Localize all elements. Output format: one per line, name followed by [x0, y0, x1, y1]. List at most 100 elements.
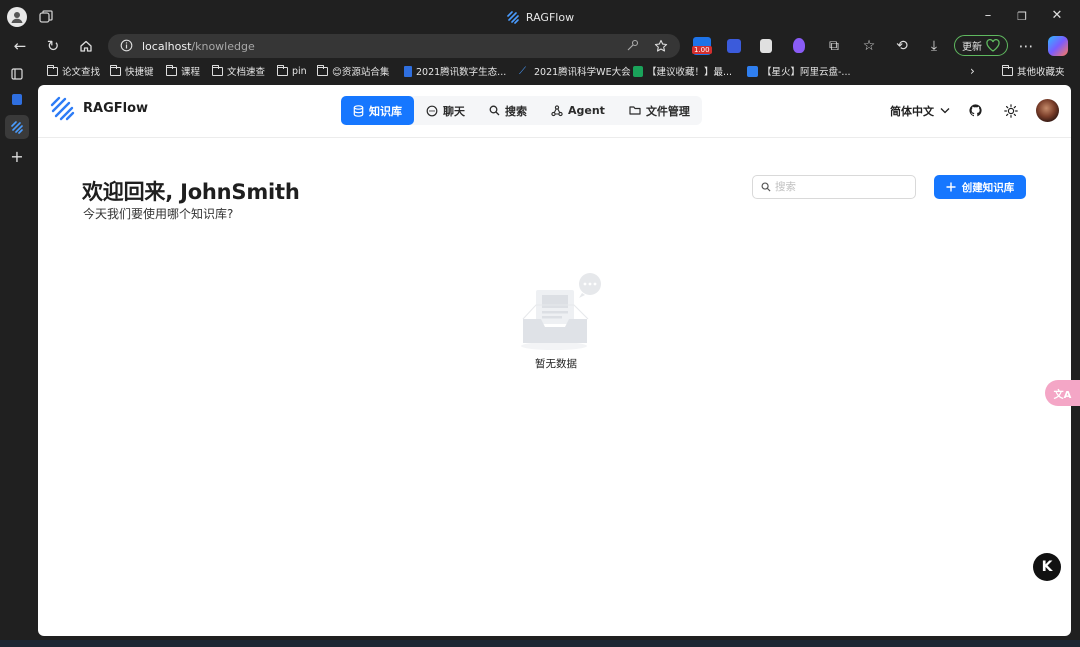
bookmark-item[interactable]: 论文查找 [47, 61, 100, 81]
bookmark-item[interactable]: pin [277, 61, 307, 81]
url-path: /knowledge [191, 39, 255, 53]
site-icon [404, 65, 412, 77]
bookmark-label: 【建议收藏！】最... [647, 67, 733, 78]
app-logo[interactable]: RAGFlow [50, 96, 148, 121]
window-title: RAGFlow [0, 10, 1080, 24]
empty-text: 暂无数据 [535, 358, 577, 370]
extension-notes-icon[interactable] [727, 39, 741, 53]
assistant-fab[interactable]: K [1033, 553, 1061, 581]
github-button[interactable] [964, 100, 986, 122]
bookmark-item[interactable]: 课程 [166, 61, 200, 81]
tab-chat[interactable]: 聊天 [414, 96, 477, 125]
extension-doc-icon[interactable] [760, 39, 772, 53]
bookmark-label: pin [292, 65, 307, 77]
bookmark-label: 😊资源站合集 [332, 67, 390, 78]
main-nav: 知识库 聊天 搜索 Agent 文件管理 [341, 96, 702, 125]
tab-files[interactable]: 文件管理 [617, 96, 702, 125]
bookmark-label: 文档速查 [227, 67, 266, 78]
restore-button[interactable]: ❐ [1012, 10, 1032, 23]
sun-icon [1004, 103, 1018, 118]
bookmark-item[interactable]: 【建议收藏！】最... [633, 61, 732, 81]
bookmark-label: 课程 [181, 67, 201, 78]
theme-toggle-button[interactable] [1000, 100, 1022, 122]
update-button[interactable]: 更新 [954, 35, 1008, 56]
extensions-puzzle-icon[interactable]: ⧉ [824, 36, 844, 56]
key-icon[interactable] [626, 39, 639, 52]
vertical-tab-strip: + [0, 58, 34, 647]
site-info-icon[interactable] [120, 39, 133, 52]
downloads-icon[interactable]: ⤓ [924, 36, 944, 56]
back-button[interactable]: ← [10, 36, 30, 56]
extension-badge: 1.00 [692, 46, 712, 54]
search-field[interactable] [752, 175, 916, 199]
tab-label: Agent [568, 104, 605, 117]
language-label: 简体中文 [890, 104, 934, 118]
tab-knowledge[interactable]: 知识库 [341, 96, 414, 125]
bookmarks-bar: 论文查找 快捷键 课程 文档速查 pin 😊资源站合集 2021腾讯数字生态..… [40, 61, 1080, 81]
favorite-star-icon[interactable] [654, 39, 668, 53]
search-icon [761, 182, 771, 192]
bookmark-item[interactable]: 2021腾讯数字生态... [404, 61, 506, 81]
close-window-button[interactable]: ✕ [1047, 8, 1067, 23]
avatar[interactable] [1036, 99, 1059, 122]
address-bar[interactable]: localhost/knowledge [108, 34, 680, 58]
chevron-down-icon [940, 108, 950, 114]
app-header: RAGFlow 知识库 聊天 搜索 Agent 文件管理 简体中文 [38, 85, 1071, 138]
bookmark-item[interactable]: ⟋ 2021腾讯科学WE大会 [519, 61, 631, 81]
update-label: 更新 [962, 42, 982, 53]
chat-icon [426, 105, 438, 116]
home-icon [80, 40, 92, 52]
k-logo-icon: K [1041, 559, 1053, 575]
bookmark-label: 【星火】阿里云盘-... [762, 67, 851, 78]
site-icon [633, 65, 643, 77]
search-icon [489, 105, 500, 116]
tab-actions-icon[interactable] [8, 65, 26, 83]
search-input[interactable] [775, 181, 905, 193]
language-select[interactable]: 简体中文 [890, 103, 950, 119]
bookmarks-overflow-icon[interactable]: › [970, 61, 975, 81]
github-icon [968, 104, 982, 117]
more-menu-icon[interactable]: ⋯ [1016, 36, 1036, 56]
create-label: 创建知识库 [961, 181, 1015, 194]
copilot-icon[interactable] [1048, 36, 1068, 56]
minimize-button[interactable]: – [978, 8, 998, 23]
ragflow-tab-icon [507, 11, 519, 24]
extension-drop-icon[interactable] [793, 38, 805, 53]
home-button[interactable] [76, 36, 96, 56]
new-tab-button[interactable]: + [8, 147, 26, 166]
plus-icon [946, 182, 956, 192]
taskbar-edge [0, 640, 1080, 647]
tab-agent[interactable]: Agent [539, 96, 617, 125]
database-icon [353, 104, 364, 117]
app-name: RAGFlow [83, 101, 149, 116]
favorites-icon[interactable]: ☆ [859, 36, 879, 56]
bookmark-item[interactable]: 文档速查 [212, 61, 265, 81]
vertical-tab-ragflow[interactable] [5, 115, 29, 139]
tab-search[interactable]: 搜索 [477, 96, 539, 125]
bookmark-item[interactable]: 快捷键 [110, 61, 154, 81]
bookmark-label: 论文查找 [62, 67, 101, 78]
refresh-button[interactable]: ↻ [43, 36, 63, 56]
folder-icon [47, 64, 58, 76]
bookmark-label: 快捷键 [125, 67, 154, 78]
url-host: localhost [142, 39, 192, 53]
empty-state: 暂无数据 [510, 273, 602, 370]
folder-icon [629, 106, 641, 115]
page-subtitle: 今天我们要使用哪个知识库? [83, 207, 234, 221]
translate-fab[interactable]: 文A [1045, 380, 1080, 406]
bookmark-label: 2021腾讯数字生态... [416, 67, 507, 78]
folder-icon [212, 64, 223, 76]
history-icon[interactable]: ⟲ [892, 36, 912, 56]
site-icon [747, 65, 758, 77]
bookmark-item[interactable]: 😊资源站合集 [317, 61, 389, 81]
ragflow-logo-icon [50, 96, 75, 121]
folder-icon [110, 64, 121, 76]
address-row: ← ↻ localhost/knowledge 1.00 ⧉ ☆ ⟲ ⤓ 更新 … [0, 34, 1080, 58]
ragflow-tab-icon [11, 121, 23, 134]
heart-icon [986, 39, 1000, 52]
other-bookmarks[interactable]: 其他收藏夹 [1002, 61, 1065, 81]
vertical-tab-docs[interactable] [8, 90, 26, 108]
bookmark-item[interactable]: 【星火】阿里云盘-... [747, 61, 851, 81]
bookmark-label: 其他收藏夹 [1017, 67, 1065, 78]
create-knowledge-button[interactable]: 创建知识库 [934, 175, 1026, 199]
